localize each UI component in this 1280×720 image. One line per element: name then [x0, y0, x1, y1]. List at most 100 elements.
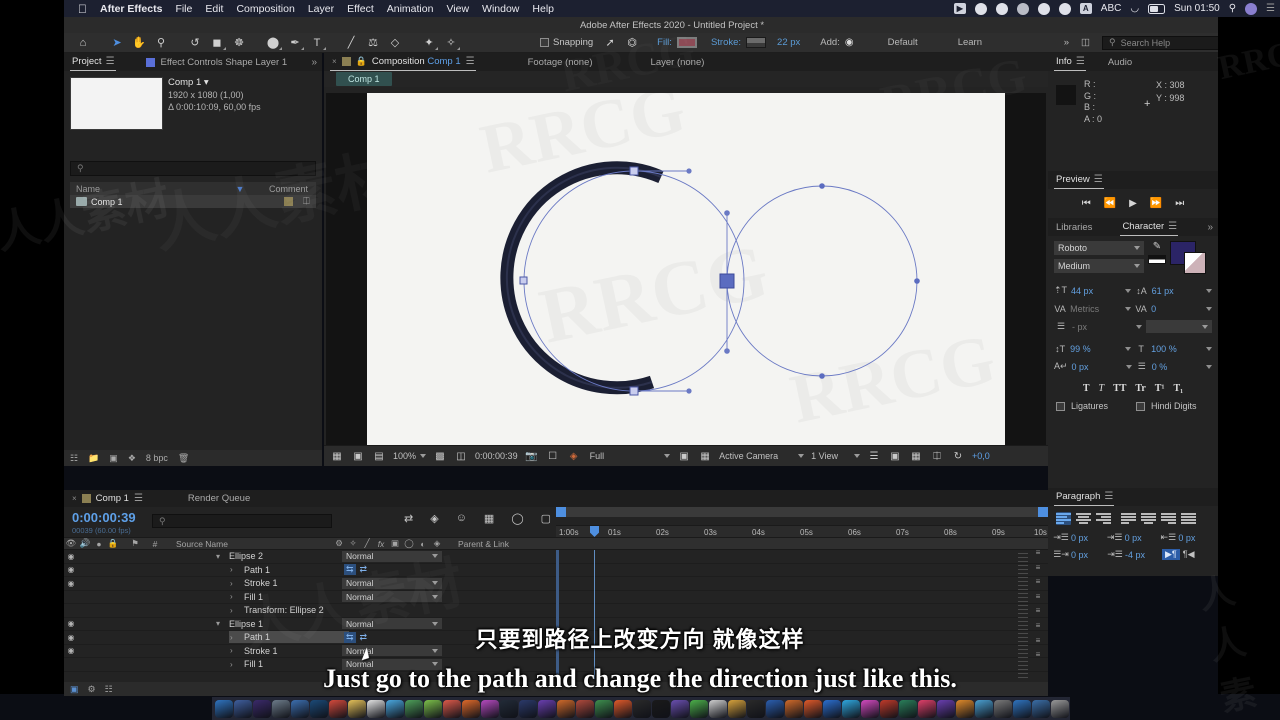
collapse-icon[interactable]: ✧: [346, 538, 360, 549]
zoom-icon[interactable]: ⚲: [150, 34, 172, 52]
puppet-pin-icon[interactable]: ✧: [440, 34, 462, 52]
battery-icon[interactable]: [1148, 3, 1166, 14]
acrobat-icon[interactable]: [880, 699, 898, 718]
chrome2-icon[interactable]: [975, 699, 993, 718]
video-icon[interactable]: 👁: [64, 538, 78, 549]
stroke-label[interactable]: Stroke:: [711, 37, 741, 48]
podcasts-icon[interactable]: [481, 699, 499, 718]
3d-icon[interactable]: ◈: [430, 538, 444, 549]
preview-icon[interactable]: [709, 699, 727, 718]
pixel-aspect-icon[interactable]: ☰: [867, 450, 881, 463]
scissors-icon[interactable]: [728, 699, 746, 718]
stroke-swatch[interactable]: [746, 37, 767, 48]
snapping-checkbox[interactable]: [540, 38, 549, 47]
motion-blur-icon[interactable]: ◯: [511, 512, 523, 525]
panel-menu-icon[interactable]: ☰: [1094, 174, 1103, 185]
index-icon[interactable]: #: [146, 539, 164, 549]
label-color-swatch[interactable]: [283, 197, 293, 206]
terminal-icon[interactable]: [652, 699, 670, 718]
wifi-icon[interactable]: ◡: [1130, 3, 1139, 14]
chevron-down-icon[interactable]: [1125, 306, 1131, 311]
panel-menu-icon[interactable]: ☰: [466, 56, 475, 67]
new-folder-icon[interactable]: 📁: [88, 453, 99, 464]
no-fill-swatch[interactable]: [1148, 255, 1166, 264]
next-frame-icon[interactable]: ⏩: [1150, 198, 1162, 209]
timeline-ruler[interactable]: 1:00s 01s 02s 03s 04s 05s 06s 07s 08s 09…: [556, 507, 1048, 554]
toggle-viewer-icon[interactable]: ▣: [351, 450, 365, 463]
timeline-row-3[interactable]: › Fill 1 Normal: [64, 591, 1048, 604]
visibility-eye-icon[interactable]: ◉: [64, 552, 78, 561]
bit-depth-label[interactable]: 8 bpc: [146, 453, 168, 463]
premiere-icon[interactable]: [538, 699, 556, 718]
audio-icon[interactable]: 🔊: [78, 538, 92, 549]
dropbox-icon[interactable]: [1016, 2, 1029, 15]
ltr-icon[interactable]: ▶¶: [1162, 549, 1180, 560]
clone-stamp-icon[interactable]: ⚖: [362, 34, 384, 52]
trash-icon[interactable]: [1051, 699, 1069, 718]
motion-blur-icon[interactable]: ◯: [402, 538, 416, 549]
space-before-value[interactable]: 0 px: [1125, 533, 1159, 543]
cc-icon[interactable]: [557, 699, 575, 718]
apple-menu-icon[interactable]: : [78, 3, 87, 15]
sort-caret-icon[interactable]: ▼: [225, 184, 255, 194]
menu-animation[interactable]: Animation: [387, 3, 434, 15]
draft-3d-icon[interactable]: ◈: [430, 512, 438, 525]
composition-mini-flowchart-icon[interactable]: ⇄: [404, 512, 413, 525]
calendar-icon[interactable]: [329, 699, 347, 718]
dropbox2-icon[interactable]: [1013, 699, 1031, 718]
flame-icon[interactable]: [804, 699, 822, 718]
view-layout-dropdown[interactable]: 1 View: [811, 451, 860, 461]
menu-window[interactable]: Window: [482, 3, 519, 15]
panel-menu-icon[interactable]: ☰: [1168, 221, 1177, 232]
grid-guides-icon[interactable]: ◫: [454, 450, 468, 463]
snap-bounds-icon[interactable]: ⏣: [621, 34, 643, 52]
panel-menu-icon[interactable]: ☰: [1104, 491, 1113, 502]
word-icon[interactable]: [766, 699, 784, 718]
align-right-icon[interactable]: [1096, 512, 1111, 525]
indent-right-value[interactable]: 0 px: [1178, 533, 1212, 543]
region-of-interest-icon[interactable]: ▩: [433, 450, 447, 463]
first-line-indent-value[interactable]: 0 px: [1071, 550, 1105, 560]
menu-effect[interactable]: Effect: [347, 3, 374, 15]
tab-render-queue[interactable]: Render Queue: [186, 490, 252, 508]
project-item-row[interactable]: Comp 1 ⎅: [70, 195, 316, 208]
align-left-icon[interactable]: [1056, 512, 1071, 525]
keyframe-nav-icon[interactable]: ≡: [1036, 563, 1041, 572]
project-settings-icon[interactable]: ☷: [70, 453, 78, 464]
stroke-style-select[interactable]: [1146, 320, 1212, 333]
resolution-dropdown[interactable]: Full: [590, 451, 671, 461]
workspace-default[interactable]: Default: [888, 37, 918, 48]
fill-label[interactable]: Fill:: [657, 37, 672, 48]
ligatures-checkbox[interactable]: [1056, 401, 1065, 411]
snapping-toggle[interactable]: Snapping: [540, 37, 593, 48]
ellipse-shape-icon[interactable]: ⬤: [262, 34, 284, 52]
justify-last-center-icon[interactable]: [1141, 512, 1156, 525]
comp-flowchart-icon[interactable]: ▦: [909, 450, 923, 463]
current-time-display[interactable]: 0:00:00:39: [72, 510, 136, 525]
downloads-icon[interactable]: [823, 699, 841, 718]
forward-path-icon[interactable]: ⇄: [360, 564, 368, 575]
twirl-right-icon[interactable]: ›: [230, 579, 233, 588]
hand-icon[interactable]: ✋: [128, 34, 150, 52]
kerning-field[interactable]: Metrics: [1070, 304, 1131, 314]
tab-footage[interactable]: Footage (none): [526, 53, 595, 71]
justify-all-icon[interactable]: [1181, 512, 1196, 525]
text-color-swatches[interactable]: [1170, 241, 1212, 275]
panel-overflow-icon[interactable]: »: [1207, 222, 1218, 233]
visibility-eye-icon[interactable]: ◉: [64, 579, 78, 588]
eyedropper-icon[interactable]: ✎: [1153, 241, 1161, 252]
tab-layer[interactable]: Layer (none): [649, 53, 707, 71]
indesign-icon[interactable]: [861, 699, 879, 718]
siri-icon[interactable]: [1245, 2, 1258, 15]
last-frame-icon[interactable]: ⏭: [1175, 198, 1184, 209]
twirl-right-icon[interactable]: ›: [230, 606, 233, 615]
vertical-scale-field[interactable]: 99 %: [1070, 344, 1131, 354]
add-control[interactable]: Add: ◉: [820, 37, 853, 48]
chevron-down-icon[interactable]: [1136, 324, 1142, 329]
superscript-button[interactable]: T¹: [1155, 383, 1165, 394]
workspace-layout-icon[interactable]: ◫: [1081, 37, 1090, 48]
menubar-app-name[interactable]: After Effects: [100, 3, 162, 15]
visibility-eye-icon[interactable]: ◉: [64, 565, 78, 574]
align-center-icon[interactable]: [1076, 512, 1091, 525]
music-icon[interactable]: [462, 699, 480, 718]
